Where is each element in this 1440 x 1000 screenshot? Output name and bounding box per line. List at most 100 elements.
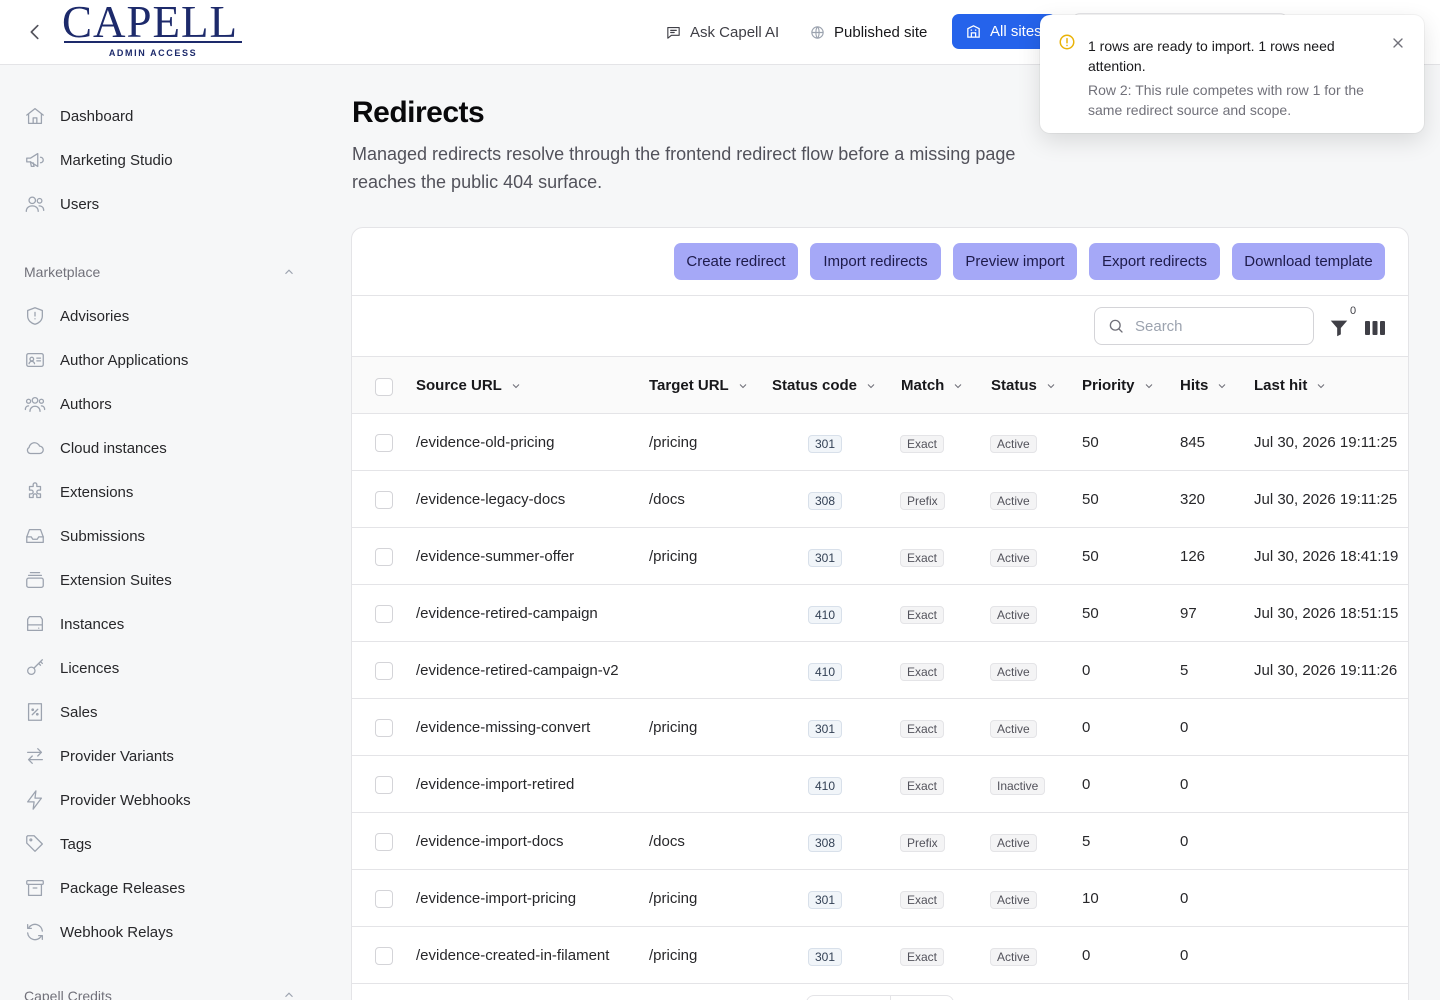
sidebar-item-instances[interactable]: Instances — [24, 612, 124, 636]
sidebar: Dashboard Marketing Studio Users Marketplac… — [0, 65, 320, 1000]
sidebar-item-dashboard[interactable]: Dashboard — [24, 104, 133, 128]
column-header-status[interactable]: Status — [991, 357, 1057, 414]
column-header-priority[interactable]: Priority — [1082, 357, 1155, 414]
source-url-cell[interactable]: /evidence-import-pricing — [416, 870, 576, 927]
table-row[interactable]: /evidence-missing-convert/pricing 301 Exac… — [352, 699, 1408, 756]
row-checkbox[interactable] — [375, 491, 393, 509]
row-checkbox[interactable] — [375, 605, 393, 623]
column-header-target-url[interactable]: Target URL — [649, 357, 749, 414]
published-site-label: Published site — [834, 23, 928, 41]
column-header-label: Target URL — [649, 377, 729, 394]
back-arrow-icon[interactable] — [24, 20, 46, 44]
hits-cell: 0 — [1180, 719, 1189, 736]
users-icon — [25, 196, 45, 212]
table-row[interactable]: /evidence-summer-offer/pricing 301 Exact Ac… — [352, 528, 1408, 585]
column-header-hits[interactable]: Hits — [1180, 357, 1228, 414]
sidebar-item-label: Instances — [60, 615, 125, 633]
table-row[interactable]: /evidence-created-in-filament/pricing 301… — [352, 927, 1408, 984]
status-badge: Active — [990, 492, 1037, 510]
column-header-label: Status — [991, 377, 1037, 394]
sidebar-item-provider-webhooks[interactable]: Provider Webhooks — [24, 788, 191, 812]
sidebar-item-label: Users — [60, 195, 100, 213]
pagination[interactable] — [806, 995, 954, 1000]
match-type-badge: Exact — [900, 663, 945, 681]
sidebar-item-package-releases[interactable]: Package Releases — [24, 876, 185, 900]
source-url-cell[interactable]: /evidence-import-retired — [416, 756, 574, 813]
ask-ai-link[interactable]: Ask Capell AI — [665, 20, 779, 44]
column-header-status-code[interactable]: Status code — [772, 357, 877, 414]
close-icon[interactable] — [1390, 35, 1406, 51]
sidebar-group-marketplace[interactable]: Marketplace — [24, 261, 296, 283]
priority-cell: 5 — [1082, 833, 1091, 850]
status-code-badge: 301 — [808, 549, 843, 567]
table-row[interactable]: /evidence-import-pricing/pricing 301 Exact… — [352, 870, 1408, 927]
column-header-source-url[interactable]: Source URL — [416, 357, 522, 414]
user-group-icon — [24, 396, 46, 412]
sidebar-item-label: Dashboard — [60, 107, 134, 125]
table-row[interactable]: /evidence-legacy-docs/docs 308 Prefix Activ… — [352, 471, 1408, 528]
target-url-cell: /docs — [649, 833, 685, 850]
row-checkbox[interactable] — [375, 833, 393, 851]
row-checkbox[interactable] — [375, 434, 393, 452]
preview-import-button[interactable]: Preview import — [953, 243, 1077, 280]
table-row[interactable]: /evidence-old-pricing/pricing 301 Exact Act… — [352, 414, 1408, 471]
sidebar-item-extensions[interactable]: Extensions — [24, 480, 133, 504]
column-header-last-hit[interactable]: Last hit — [1254, 357, 1327, 414]
chevron-down-icon — [739, 383, 747, 388]
search-box[interactable] — [1094, 307, 1314, 345]
source-url-cell[interactable]: /evidence-legacy-docs — [416, 471, 565, 528]
sidebar-item-label: Extensions — [60, 483, 134, 501]
receipt-icon — [27, 703, 43, 721]
source-url-cell[interactable]: /evidence-retired-campaign-v2 — [416, 642, 619, 699]
table-row[interactable]: /evidence-import-docs/docs 308 Prefix Activ… — [352, 813, 1408, 870]
sidebar-item-cloud-instances[interactable]: Cloud instances — [24, 436, 167, 460]
download-template-button[interactable]: Download template — [1232, 243, 1385, 280]
sidebar-item-users[interactable]: Users — [24, 192, 99, 216]
sidebar-item-author-applications[interactable]: Author Applications — [24, 348, 188, 372]
row-checkbox[interactable] — [375, 719, 393, 737]
sidebar-item-authors[interactable]: Authors — [24, 392, 112, 416]
match-type-badge: Exact — [900, 777, 945, 795]
sidebar-item-provider-variants[interactable]: Provider Variants — [24, 744, 174, 768]
hits-cell: 0 — [1180, 776, 1189, 793]
target-url-cell: /pricing — [649, 548, 698, 565]
sidebar-item-sales[interactable]: Sales — [24, 700, 98, 724]
sidebar-item-webhook-relays[interactable]: Webhook Relays — [24, 920, 173, 944]
sidebar-item-submissions[interactable]: Submissions — [24, 524, 145, 548]
filter-icon[interactable] — [1328, 317, 1350, 339]
select-all-checkbox[interactable] — [375, 378, 393, 396]
row-checkbox[interactable] — [375, 662, 393, 680]
sidebar-item-extension-suites[interactable]: Extension Suites — [24, 568, 172, 592]
export-redirects-button[interactable]: Export redirects — [1089, 243, 1220, 280]
source-url-cell[interactable]: /evidence-missing-convert — [416, 699, 590, 756]
import-redirects-button[interactable]: Import redirects — [810, 243, 941, 280]
source-url-cell[interactable]: /evidence-created-in-filament — [416, 927, 609, 984]
table-row[interactable]: /evidence-retired-campaign 410 Exact Active… — [352, 585, 1408, 642]
columns-icon[interactable] — [1364, 318, 1386, 338]
published-site-link[interactable]: Published site — [809, 20, 927, 44]
column-header-match[interactable]: Match — [901, 357, 964, 414]
sidebar-item-advisories[interactable]: Advisories — [24, 304, 129, 328]
sidebar-item-tags[interactable]: Tags — [24, 832, 92, 856]
sidebar-item-licences[interactable]: Licences — [24, 656, 119, 680]
sidebar-item-marketing-studio[interactable]: Marketing Studio — [24, 148, 173, 172]
globe-icon — [811, 25, 824, 39]
row-checkbox[interactable] — [375, 776, 393, 794]
row-checkbox[interactable] — [375, 947, 393, 965]
priority-cell: 0 — [1082, 719, 1091, 736]
table-row[interactable]: /evidence-retired-campaign-v2 410 Exact Act… — [352, 642, 1408, 699]
source-url-cell[interactable]: /evidence-summer-offer — [416, 528, 574, 585]
sidebar-group-capell-credits[interactable]: Capell Credits — [24, 988, 296, 1000]
key-icon — [27, 659, 43, 676]
capell-logo[interactable]: CAPELL ADMIN ACCESS — [62, 0, 246, 62]
row-checkbox[interactable] — [375, 548, 393, 566]
status-badge: Active — [990, 948, 1037, 966]
search-input[interactable] — [1135, 317, 1295, 335]
source-url-cell[interactable]: /evidence-retired-campaign — [416, 585, 598, 642]
warning-circle-icon — [1058, 33, 1076, 51]
create-redirect-button[interactable]: Create redirect — [674, 243, 798, 280]
table-row[interactable]: /evidence-import-retired 410 Exact Inactive… — [352, 756, 1408, 813]
row-checkbox[interactable] — [375, 890, 393, 908]
source-url-cell[interactable]: /evidence-import-docs — [416, 813, 564, 870]
source-url-cell[interactable]: /evidence-old-pricing — [416, 414, 554, 471]
